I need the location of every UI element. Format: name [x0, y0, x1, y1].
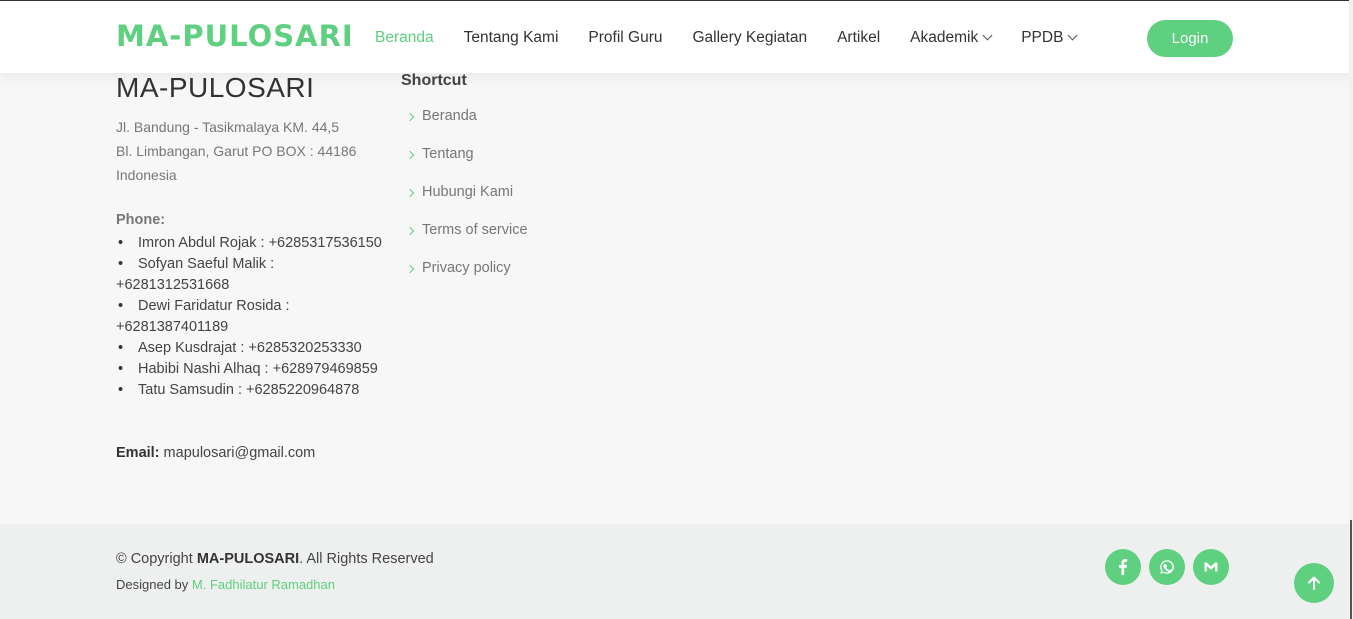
gmail-button[interactable]: [1193, 549, 1229, 585]
email-address[interactable]: mapulosari@gmail.com: [164, 445, 316, 461]
address-line: Bl. Limbangan, Garut PO BOX : 44186: [116, 143, 357, 159]
copyright-text: © Copyright MA-PULOSARI. All Rights Rese…: [116, 551, 434, 567]
arrow-up-icon: [1308, 576, 1320, 590]
shortcut-link-beranda[interactable]: Beranda: [401, 108, 528, 146]
shortcut-link-tentang[interactable]: Tentang: [401, 146, 528, 184]
phone-item: Tatu Samsudin : +6285220964878: [116, 380, 386, 401]
gmail-icon: [1204, 562, 1218, 572]
chevron-right-icon: [405, 112, 415, 122]
chevron-right-icon: [405, 150, 415, 160]
facebook-button[interactable]: [1105, 549, 1141, 585]
shortcut-title: Shortcut: [401, 72, 467, 89]
whatsapp-icon: [1160, 560, 1174, 574]
facebook-icon: [1119, 559, 1128, 575]
address-line: Indonesia: [116, 167, 177, 183]
email-label: Email:: [116, 445, 160, 461]
nav-label: PPDB: [1021, 28, 1064, 46]
nav-label: Tentang Kami: [463, 28, 559, 46]
shortcut-link-terms[interactable]: Terms of service: [401, 222, 528, 260]
phone-item: Imron Abdul Rojak : +6285317536150: [116, 233, 386, 254]
nav-label: Gallery Kegiatan: [692, 28, 808, 46]
shortcut-label: Tentang: [422, 146, 474, 162]
designed-prefix: Designed by: [116, 577, 189, 592]
shortcut-label: Hubungi Kami: [422, 184, 514, 200]
phone-label: Phone:: [116, 212, 166, 228]
nav-label: Artikel: [837, 28, 881, 46]
chevron-down-icon: [1067, 30, 1078, 41]
phone-item: Sofyan Saeful Malik : +6281312531668: [116, 254, 386, 296]
site-header: MA-PULOSARI Beranda Tentang Kami Profil …: [0, 0, 1353, 73]
phone-item: Habibi Nashi Alhaq : +628979469859: [116, 359, 386, 380]
copyright-brand: MA-PULOSARI: [196, 551, 300, 567]
shortcut-label: Beranda: [422, 108, 477, 124]
nav-item-ppdb[interactable]: PPDB: [1006, 29, 1091, 47]
nav-label: Beranda: [375, 28, 434, 46]
address-line: Jl. Bandung - Tasikmalaya KM. 44,5: [116, 119, 340, 135]
login-button[interactable]: Login: [1147, 20, 1233, 57]
chevron-right-icon: [405, 188, 415, 198]
phone-item: Asep Kusdrajat : +6285320253330: [116, 338, 386, 359]
site-logo[interactable]: MA-PULOSARI: [116, 19, 354, 53]
shortcut-link-hubungi-kami[interactable]: Hubungi Kami: [401, 184, 528, 222]
footer-email: Email: mapulosari@gmail.com: [116, 445, 315, 461]
main-nav: Beranda Tentang Kami Profil Guru Gallery…: [360, 1, 1091, 74]
chevron-right-icon: [405, 264, 415, 274]
nav-item-artikel[interactable]: Artikel: [822, 29, 895, 47]
designer-link[interactable]: M. Fadhilatur Ramadhan: [192, 577, 335, 592]
shortcut-label: Privacy policy: [422, 260, 511, 276]
copyright-suffix: . All Rights Reserved: [299, 551, 434, 567]
nav-label: Profil Guru: [588, 28, 663, 46]
chevron-right-icon: [405, 226, 415, 236]
whatsapp-button[interactable]: [1149, 549, 1185, 585]
scrollbar-thumb[interactable]: [1350, 520, 1352, 619]
nav-item-beranda[interactable]: Beranda: [360, 29, 449, 47]
nav-item-gallery-kegiatan[interactable]: Gallery Kegiatan: [677, 29, 822, 47]
footer-brand-title: MA-PULOSARI: [116, 72, 315, 103]
phone-item: Dewi Faridatur Rosida : +6281387401189: [116, 296, 386, 338]
back-to-top-button[interactable]: [1294, 563, 1334, 603]
shortcut-label: Terms of service: [422, 222, 528, 238]
nav-item-profil-guru[interactable]: Profil Guru: [573, 29, 677, 47]
shortcut-list: Beranda Tentang Hubungi Kami Terms of se…: [401, 108, 528, 298]
copyright-prefix: © Copyright: [116, 551, 193, 567]
phone-list: Imron Abdul Rojak : +6285317536150 Sofya…: [116, 233, 386, 401]
nav-label: Akademik: [910, 28, 979, 46]
footer-address: Jl. Bandung - Tasikmalaya KM. 44,5 Bl. L…: [116, 115, 356, 187]
chevron-down-icon: [982, 30, 993, 41]
designed-by: Designed by M. Fadhilatur Ramadhan: [116, 577, 335, 592]
nav-item-tentang-kami[interactable]: Tentang Kami: [449, 29, 574, 47]
nav-item-akademik[interactable]: Akademik: [895, 29, 1006, 47]
shortcut-link-privacy[interactable]: Privacy policy: [401, 260, 528, 298]
